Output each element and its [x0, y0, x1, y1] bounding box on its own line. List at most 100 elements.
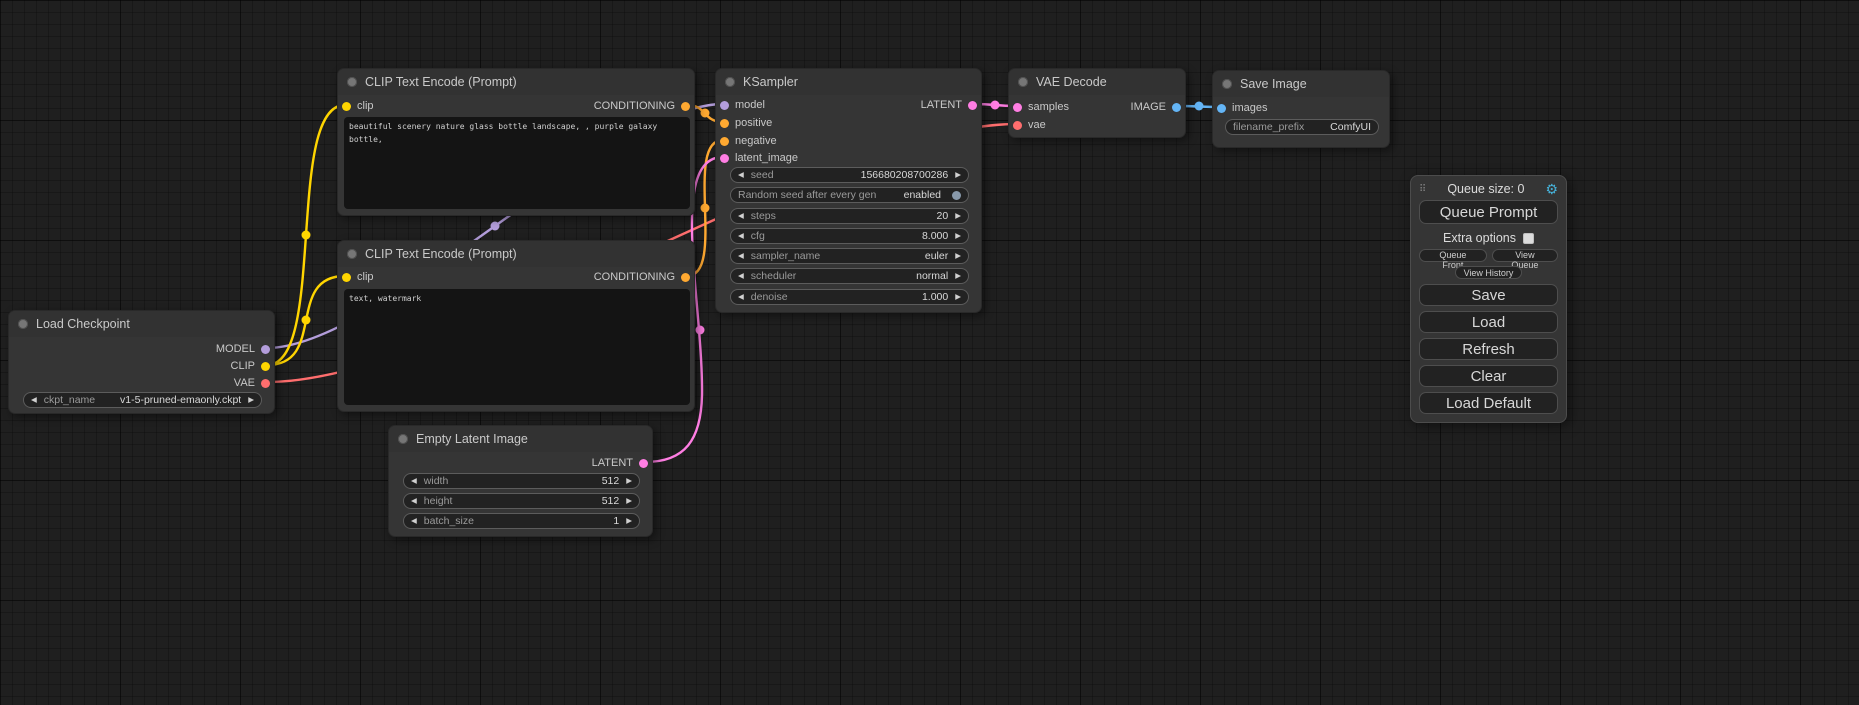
increment-arrow-icon[interactable]: ▶ — [955, 252, 961, 260]
node-empty-latent-image[interactable]: Empty Latent Image LATENT ◀ width 512 ▶ … — [388, 425, 653, 537]
decrement-arrow-icon[interactable]: ◀ — [738, 252, 744, 260]
node-ksampler[interactable]: KSampler model positive negative latent_… — [715, 68, 982, 313]
load-button[interactable]: Load — [1419, 311, 1558, 333]
increment-arrow-icon[interactable]: ▶ — [955, 212, 961, 220]
output-slot-image[interactable]: IMAGE — [1131, 101, 1181, 113]
node-load-checkpoint[interactable]: Load Checkpoint MODEL CLIP VAE ◀ ckpt_na… — [8, 310, 275, 414]
increment-arrow-icon[interactable]: ▶ — [626, 477, 632, 485]
decrement-arrow-icon[interactable]: ◀ — [411, 517, 417, 525]
socket-dot[interactable] — [261, 345, 270, 354]
socket-dot[interactable] — [1172, 103, 1181, 112]
collapse-toggle-icon[interactable] — [398, 434, 408, 444]
node-vae-decode[interactable]: VAE Decode samples vae IMAGE — [1008, 68, 1186, 138]
node-clip-text-encode-negative[interactable]: CLIP Text Encode (Prompt) clip CONDITION… — [337, 240, 695, 412]
node-title-bar[interactable]: Load Checkpoint — [9, 311, 274, 337]
seed-widget[interactable]: ◀ seed 156680208700286 ▶ — [730, 167, 969, 183]
decrement-arrow-icon[interactable]: ◀ — [31, 396, 37, 404]
output-slot-latent[interactable]: LATENT — [592, 457, 648, 469]
width-widget[interactable]: ◀ width 512 ▶ — [403, 473, 640, 489]
collapse-toggle-icon[interactable] — [347, 249, 357, 259]
socket-dot[interactable] — [720, 154, 729, 163]
socket-dot[interactable] — [639, 459, 648, 468]
node-title-bar[interactable]: KSampler — [716, 69, 981, 95]
socket-dot[interactable] — [720, 119, 729, 128]
decrement-arrow-icon[interactable]: ◀ — [738, 293, 744, 301]
socket-dot[interactable] — [968, 101, 977, 110]
batch-size-widget[interactable]: ◀ batch_size 1 ▶ — [403, 513, 640, 529]
queue-prompt-button[interactable]: Queue Prompt — [1419, 200, 1558, 224]
socket-dot[interactable] — [261, 362, 270, 371]
input-slot-images[interactable]: images — [1217, 102, 1267, 114]
collapse-toggle-icon[interactable] — [1018, 77, 1028, 87]
input-slot-vae[interactable]: vae — [1013, 119, 1046, 131]
negative-prompt-textarea[interactable]: text, watermark — [344, 289, 690, 405]
queue-front-button[interactable]: Queue Front — [1419, 249, 1487, 262]
scheduler-widget[interactable]: ◀ scheduler normal ▶ — [730, 268, 969, 284]
socket-dot[interactable] — [681, 273, 690, 282]
save-button[interactable]: Save — [1419, 284, 1558, 306]
output-slot-latent[interactable]: LATENT — [921, 99, 977, 111]
collapse-toggle-icon[interactable] — [347, 77, 357, 87]
increment-arrow-icon[interactable]: ▶ — [955, 272, 961, 280]
cfg-widget[interactable]: ◀ cfg 8.000 ▶ — [730, 228, 969, 244]
ckpt-name-widget[interactable]: ◀ ckpt_name v1-5-pruned-emaonly.ckpt ▶ — [23, 392, 262, 408]
refresh-button[interactable]: Refresh — [1419, 338, 1558, 360]
socket-dot[interactable] — [1217, 104, 1226, 113]
input-slot-negative[interactable]: negative — [720, 135, 777, 147]
increment-arrow-icon[interactable]: ▶ — [955, 232, 961, 240]
collapse-toggle-icon[interactable] — [1222, 79, 1232, 89]
decrement-arrow-icon[interactable]: ◀ — [411, 497, 417, 505]
input-slot-positive[interactable]: positive — [720, 117, 772, 129]
filename-prefix-widget[interactable]: filename_prefix ComfyUI — [1225, 119, 1379, 135]
output-slot-model[interactable]: MODEL — [216, 343, 270, 355]
clear-button[interactable]: Clear — [1419, 365, 1558, 387]
output-slot-vae[interactable]: VAE — [234, 377, 270, 389]
positive-prompt-textarea[interactable]: beautiful scenery nature glass bottle la… — [344, 117, 690, 209]
decrement-arrow-icon[interactable]: ◀ — [738, 171, 744, 179]
socket-dot[interactable] — [1013, 121, 1022, 130]
socket-dot[interactable] — [720, 137, 729, 146]
height-widget[interactable]: ◀ height 512 ▶ — [403, 493, 640, 509]
decrement-arrow-icon[interactable]: ◀ — [738, 272, 744, 280]
node-title-bar[interactable]: VAE Decode — [1009, 69, 1185, 95]
load-default-button[interactable]: Load Default — [1419, 392, 1558, 414]
input-slot-latent-image[interactable]: latent_image — [720, 152, 798, 164]
view-history-button[interactable]: View History — [1455, 266, 1523, 279]
node-save-image[interactable]: Save Image images filename_prefix ComfyU… — [1212, 70, 1390, 148]
increment-arrow-icon[interactable]: ▶ — [626, 497, 632, 505]
denoise-widget[interactable]: ◀ denoise 1.000 ▶ — [730, 289, 969, 305]
increment-arrow-icon[interactable]: ▶ — [248, 396, 254, 404]
decrement-arrow-icon[interactable]: ◀ — [738, 232, 744, 240]
node-title-bar[interactable]: Empty Latent Image — [389, 426, 652, 452]
extra-options-checkbox[interactable] — [1523, 233, 1534, 244]
settings-gear-icon[interactable]: ⚙ — [1545, 181, 1558, 198]
node-title-bar[interactable]: CLIP Text Encode (Prompt) — [338, 241, 694, 267]
random-seed-toggle-widget[interactable]: Random seed after every gen enabled — [730, 187, 969, 203]
input-slot-samples[interactable]: samples — [1013, 101, 1069, 113]
socket-dot[interactable] — [1013, 103, 1022, 112]
socket-dot[interactable] — [720, 101, 729, 110]
steps-widget[interactable]: ◀ steps 20 ▶ — [730, 208, 969, 224]
input-slot-model[interactable]: model — [720, 99, 765, 111]
increment-arrow-icon[interactable]: ▶ — [626, 517, 632, 525]
input-slot-clip[interactable]: clip — [342, 100, 374, 112]
node-clip-text-encode-positive[interactable]: CLIP Text Encode (Prompt) clip CONDITION… — [337, 68, 695, 216]
input-slot-clip[interactable]: clip — [342, 271, 374, 283]
view-queue-button[interactable]: View Queue — [1492, 249, 1558, 262]
sampler-name-widget[interactable]: ◀ sampler_name euler ▶ — [730, 248, 969, 264]
output-slot-clip[interactable]: CLIP — [231, 360, 270, 372]
increment-arrow-icon[interactable]: ▶ — [955, 171, 961, 179]
decrement-arrow-icon[interactable]: ◀ — [738, 212, 744, 220]
increment-arrow-icon[interactable]: ▶ — [955, 293, 961, 301]
toggle-on-icon[interactable] — [952, 191, 961, 200]
node-title-bar[interactable]: CLIP Text Encode (Prompt) — [338, 69, 694, 95]
node-title-bar[interactable]: Save Image — [1213, 71, 1389, 97]
socket-dot[interactable] — [261, 379, 270, 388]
graph-canvas[interactable]: Load Checkpoint MODEL CLIP VAE ◀ ckpt_na… — [0, 0, 1859, 705]
collapse-toggle-icon[interactable] — [18, 319, 28, 329]
socket-dot[interactable] — [681, 102, 690, 111]
drag-handle-icon[interactable]: ⠿ — [1419, 184, 1426, 195]
collapse-toggle-icon[interactable] — [725, 77, 735, 87]
socket-dot[interactable] — [342, 273, 351, 282]
decrement-arrow-icon[interactable]: ◀ — [411, 477, 417, 485]
